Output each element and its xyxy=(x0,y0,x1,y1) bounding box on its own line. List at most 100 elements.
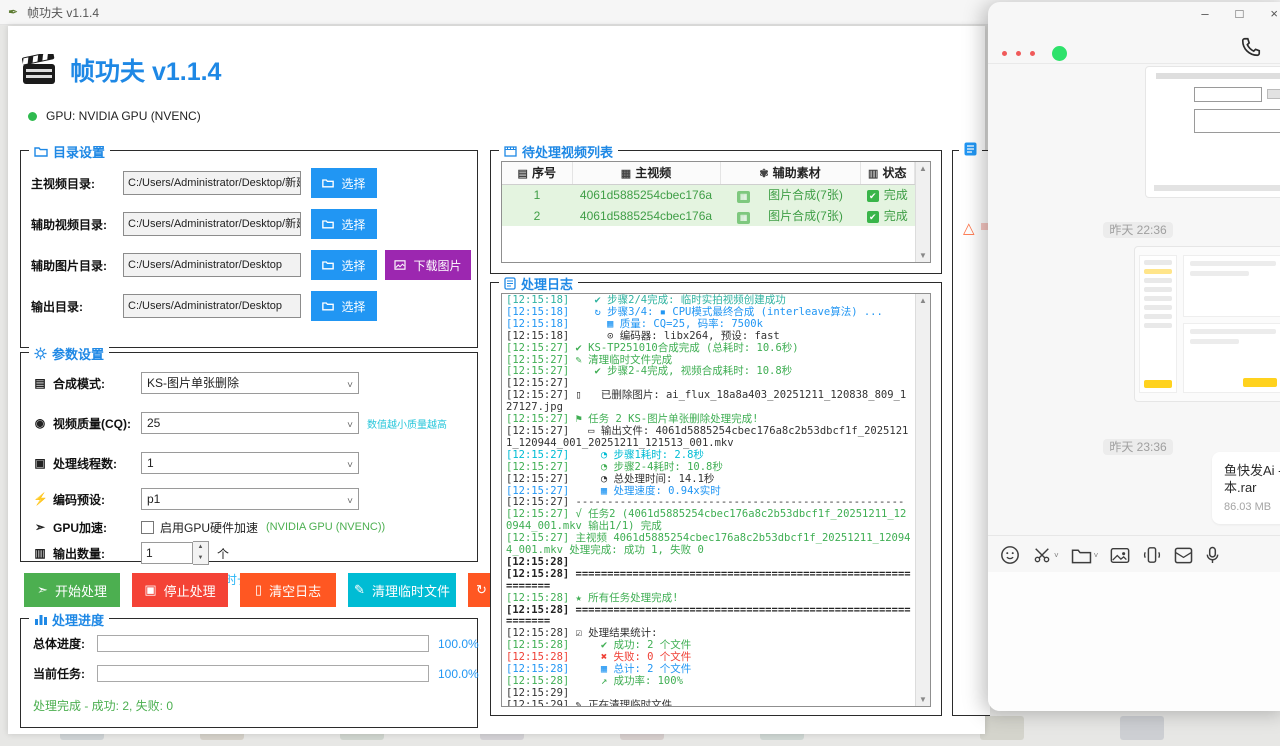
spin-down-icon[interactable]: ▼ xyxy=(193,553,208,564)
parameter-settings-panel: 参数设置 ▤合成模式: KS-图片单张删除˅ ◉视频质量(CQ): 25˅ 数值… xyxy=(20,352,478,562)
overall-progress-label: 总体进度: xyxy=(33,635,97,652)
choose-output-dir-button[interactable]: 选择 xyxy=(311,291,377,321)
screenshot-button[interactable]: ˅ xyxy=(1032,546,1059,564)
log-scrollbar[interactable]: ▲▼ xyxy=(915,294,930,706)
image-message[interactable] xyxy=(1134,246,1280,402)
panel-title: 目录设置 xyxy=(53,142,105,161)
output-dir-label: 输出目录: xyxy=(31,298,123,315)
log-line: [12:15:27] √ 任务2 (4061d5885254cbec176a8c… xyxy=(506,509,912,533)
current-task-progress-bar xyxy=(97,665,429,682)
main-video-dir-input[interactable]: C:/Users/Administrator/Desktop/新建 xyxy=(123,171,301,195)
file-message[interactable]: 鱼快发Ai -W本.rar 86.03 MB xyxy=(1212,452,1280,524)
scroll-down-icon[interactable]: ▼ xyxy=(919,695,927,704)
image-message[interactable] xyxy=(1145,66,1280,198)
gpu-accel-note: (NVIDIA GPU (NVENC)) xyxy=(266,521,385,533)
threads-icon: ▣ xyxy=(33,456,47,470)
app-window-icon: ✒ xyxy=(8,6,21,19)
output-dir-input[interactable]: C:/Users/Administrator/Desktop xyxy=(123,294,301,318)
chat-header xyxy=(1002,46,1067,61)
log-document-icon xyxy=(504,277,516,290)
clean-temp-files-button[interactable]: ✎清理临时文件 xyxy=(348,573,456,607)
chat-toolbar: ˅ ˅ xyxy=(1000,545,1220,565)
folder-icon xyxy=(322,260,334,270)
col-status[interactable]: ▥状态 xyxy=(860,162,915,184)
col-no[interactable]: ▤序号 xyxy=(502,162,572,184)
stop-processing-button[interactable]: ▣停止处理 xyxy=(132,573,228,607)
file-name: 鱼快发Ai -W本.rar xyxy=(1224,462,1280,496)
choose-main-video-dir-button[interactable]: 选择 xyxy=(311,168,377,198)
gpu-status-text: GPU: NVIDIA GPU (NVENC) xyxy=(46,109,201,123)
panel-title: 待处理视频列表 xyxy=(522,142,613,161)
chevron-down-icon: ˅ xyxy=(347,416,353,434)
compose-mode-select[interactable]: KS-图片单张删除˅ xyxy=(141,372,359,394)
message-history-button[interactable] xyxy=(1174,547,1193,564)
table-row[interactable]: 2 4061d5885254cbec176a ▦图片合成(7张) ✔完成 xyxy=(502,205,915,226)
folder-icon xyxy=(34,146,48,157)
red-dot-icon xyxy=(1002,51,1007,56)
col-aux-material[interactable]: ✾辅助素材 xyxy=(720,162,860,184)
clear-log-button[interactable]: ▯清空日志 xyxy=(240,573,336,607)
phone-call-icon[interactable] xyxy=(1240,36,1262,58)
aux-image-dir-input[interactable]: C:/Users/Administrator/Desktop xyxy=(123,253,301,277)
gear-icon xyxy=(34,347,47,360)
video-quality-label: ◉视频质量(CQ): xyxy=(33,415,141,432)
voice-button[interactable] xyxy=(1205,546,1220,565)
folder-icon xyxy=(322,178,334,188)
red-dot-icon xyxy=(1016,51,1021,56)
current-task-percent: 100.0% xyxy=(438,667,479,681)
minimize-button[interactable]: – xyxy=(1201,6,1208,22)
image-button[interactable] xyxy=(1110,547,1130,564)
progress-status-text: 处理完成 - 成功: 2, 失败: 0 xyxy=(33,697,173,714)
panel-title: 参数设置 xyxy=(52,344,104,363)
warning-icon: △ xyxy=(963,219,975,237)
col-main-video[interactable]: ▦主视频 xyxy=(572,162,720,184)
close-button[interactable]: × xyxy=(1270,6,1278,22)
table-row[interactable]: 1 4061d5885254cbec176a ▦图片合成(7张) ✔完成 xyxy=(502,184,915,205)
scroll-up-icon[interactable]: ▲ xyxy=(919,296,927,305)
instructions-icon xyxy=(964,142,977,156)
overall-progress-percent: 100.0% xyxy=(438,637,479,651)
palette-icon: ✾ xyxy=(759,168,768,180)
choose-aux-video-dir-button[interactable]: 选择 xyxy=(311,209,377,239)
log-line: [12:15:29] ✎ 正在清理临时文件... xyxy=(506,700,912,707)
divider xyxy=(988,63,1280,64)
output-count-input[interactable]: 1 xyxy=(141,542,193,564)
quality-icon: ◉ xyxy=(33,416,47,430)
reset-icon: ↻ xyxy=(476,582,487,598)
file-button[interactable]: ˅ xyxy=(1071,547,1099,564)
scroll-up-icon[interactable]: ▲ xyxy=(919,164,927,173)
choose-aux-image-dir-button[interactable]: 选择 xyxy=(311,250,377,280)
page-title: 帧功夫 v1.1.4 xyxy=(70,52,221,88)
spin-up-icon[interactable]: ▲ xyxy=(193,542,208,553)
desktop: { "colors": { "accent_blue": "#1e88e5", … xyxy=(0,0,1280,746)
image-icon xyxy=(394,260,406,270)
rocket-icon: ➣ xyxy=(33,520,47,534)
folder-icon xyxy=(322,219,334,229)
aux-video-dir-input[interactable]: C:/Users/Administrator/Desktop/新建 xyxy=(123,212,301,236)
emoji-button[interactable] xyxy=(1000,545,1020,565)
video-quality-select[interactable]: 25˅ xyxy=(141,412,359,434)
start-processing-button[interactable]: ➣开始处理 xyxy=(24,573,120,607)
desktop-icon xyxy=(1120,716,1164,740)
download-images-button[interactable]: 下载图片 xyxy=(385,250,471,280)
current-task-label: 当前任务: xyxy=(33,665,97,682)
output-count-label: ▥输出数量: xyxy=(33,545,141,562)
output-count-stepper[interactable]: ▲▼ xyxy=(193,541,209,565)
scroll-down-icon[interactable]: ▼ xyxy=(919,251,927,260)
gpu-accel-checkbox[interactable] xyxy=(141,521,154,534)
video-list-panel: 待处理视频列表 ▤序号 ▦主视频 ✾辅助素材 ▥状态 xyxy=(490,150,942,274)
table-scrollbar[interactable]: ▲▼ xyxy=(915,162,930,262)
video-table: ▤序号 ▦主视频 ✾辅助素材 ▥状态 1 4061d5885254cbec176… xyxy=(501,161,931,263)
threads-select[interactable]: 1˅ xyxy=(141,452,359,474)
chat-message-input[interactable] xyxy=(988,572,1280,711)
chevron-down-icon: ˅ xyxy=(347,376,353,394)
maximize-button[interactable]: □ xyxy=(1236,6,1244,22)
message-timestamp: 昨天 22:36 xyxy=(988,221,1280,238)
chevron-down-icon: ˅ xyxy=(1054,551,1059,560)
preset-icon: ⚡ xyxy=(33,492,47,506)
log-console[interactable]: [12:15:18] ✔ 步骤2/4完成: 临时实拍视频创建成功 [12:15:… xyxy=(501,293,931,707)
preset-select[interactable]: p1˅ xyxy=(141,488,359,510)
main-app-window: 帧功夫 v1.1.4 GPU: NVIDIA GPU (NVENC) 目录设置 … xyxy=(8,26,985,734)
nudge-button[interactable] xyxy=(1142,546,1162,564)
log-panel: 处理日志 [12:15:18] ✔ 步骤2/4完成: 临时实拍视频创建成功 [1… xyxy=(490,282,942,716)
